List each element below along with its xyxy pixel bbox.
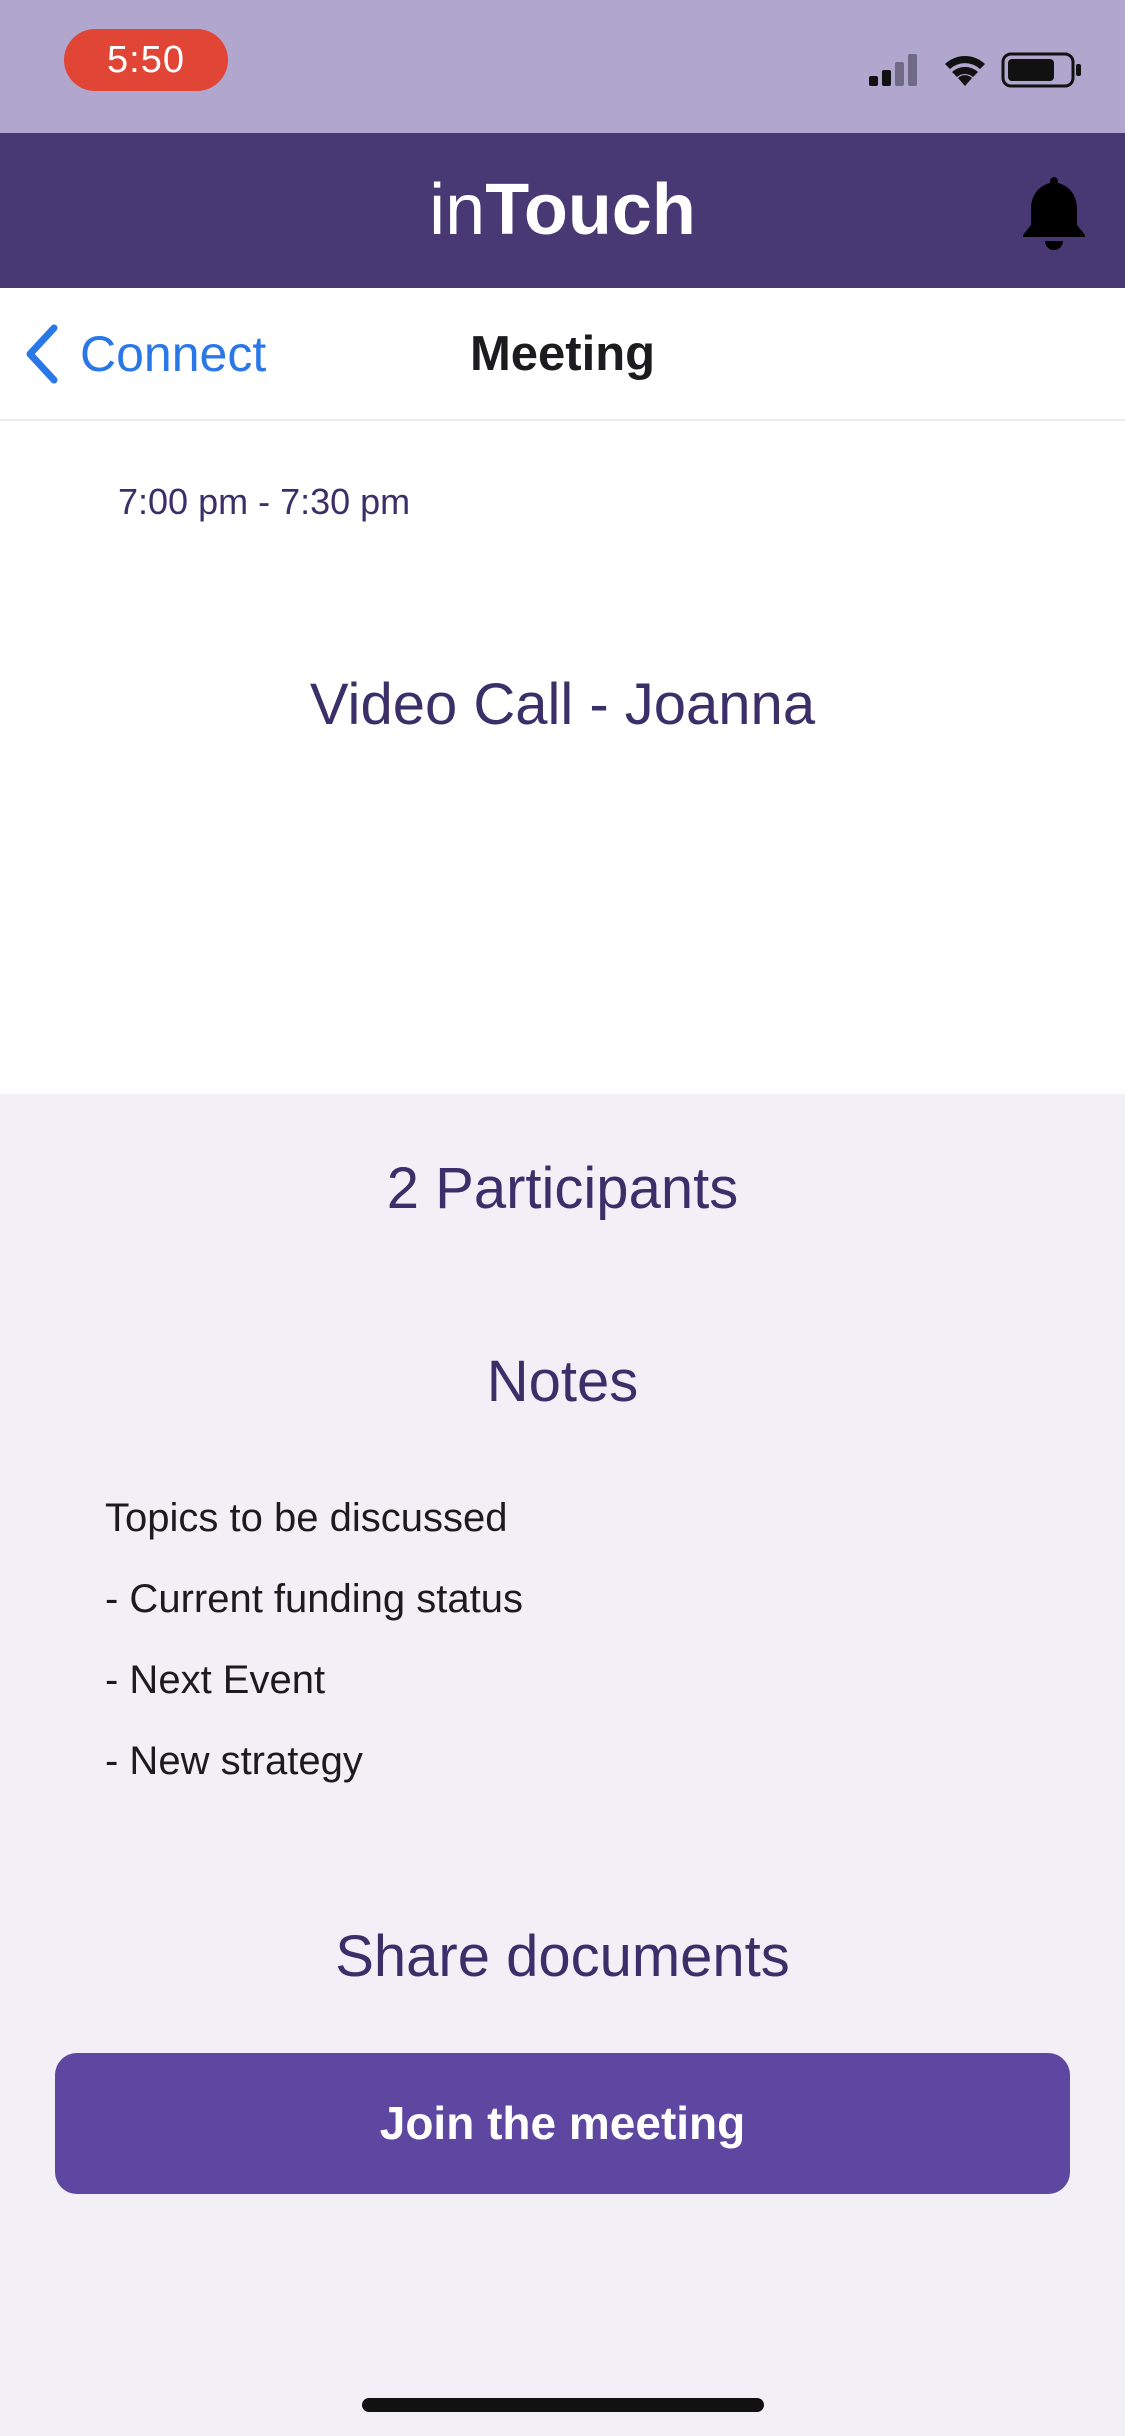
app-logo: inTouch (0, 133, 1125, 288)
note-line: Topics to be discussed (105, 1496, 508, 1540)
join-meeting-button[interactable]: Join the meeting (55, 2053, 1070, 2194)
note-line: - New strategy (105, 1739, 363, 1783)
back-button-label: Connect (80, 326, 267, 382)
navigation-bar: Connect Meeting (0, 288, 1125, 421)
event-time: 7:00 pm - 7:30 pm (118, 481, 411, 522)
status-bar: 5:50 (0, 0, 1125, 133)
event-title: Video Call - Joanna (309, 672, 816, 737)
chevron-left-icon (26, 324, 58, 384)
bell-icon[interactable] (1017, 173, 1091, 251)
notes-heading: Notes (486, 1349, 639, 1414)
brand-light-text: in (429, 170, 486, 250)
participants-link[interactable]: 2 Participants (0, 1155, 1125, 1222)
back-button[interactable]: Connect (20, 318, 320, 390)
battery-icon (1001, 52, 1081, 88)
notes-list: Topics to be discussed - Current funding… (105, 1490, 1005, 1814)
share-documents-link[interactable]: Share documents (0, 1923, 1125, 1990)
wifi-icon (945, 56, 985, 86)
app-header: inTouch (0, 133, 1125, 288)
brand-bold-text: Touch (485, 170, 696, 250)
home-indicator[interactable] (362, 2398, 764, 2412)
status-time: 5:50 (64, 29, 228, 91)
note-line: - Current funding status (105, 1577, 523, 1621)
status-icons (869, 52, 1081, 88)
event-card: 7:00 pm - 7:30 pm Video Call - Joanna (0, 421, 1125, 1094)
cellular-signal-icon (869, 54, 917, 86)
note-line: - Next Event (105, 1658, 326, 1702)
